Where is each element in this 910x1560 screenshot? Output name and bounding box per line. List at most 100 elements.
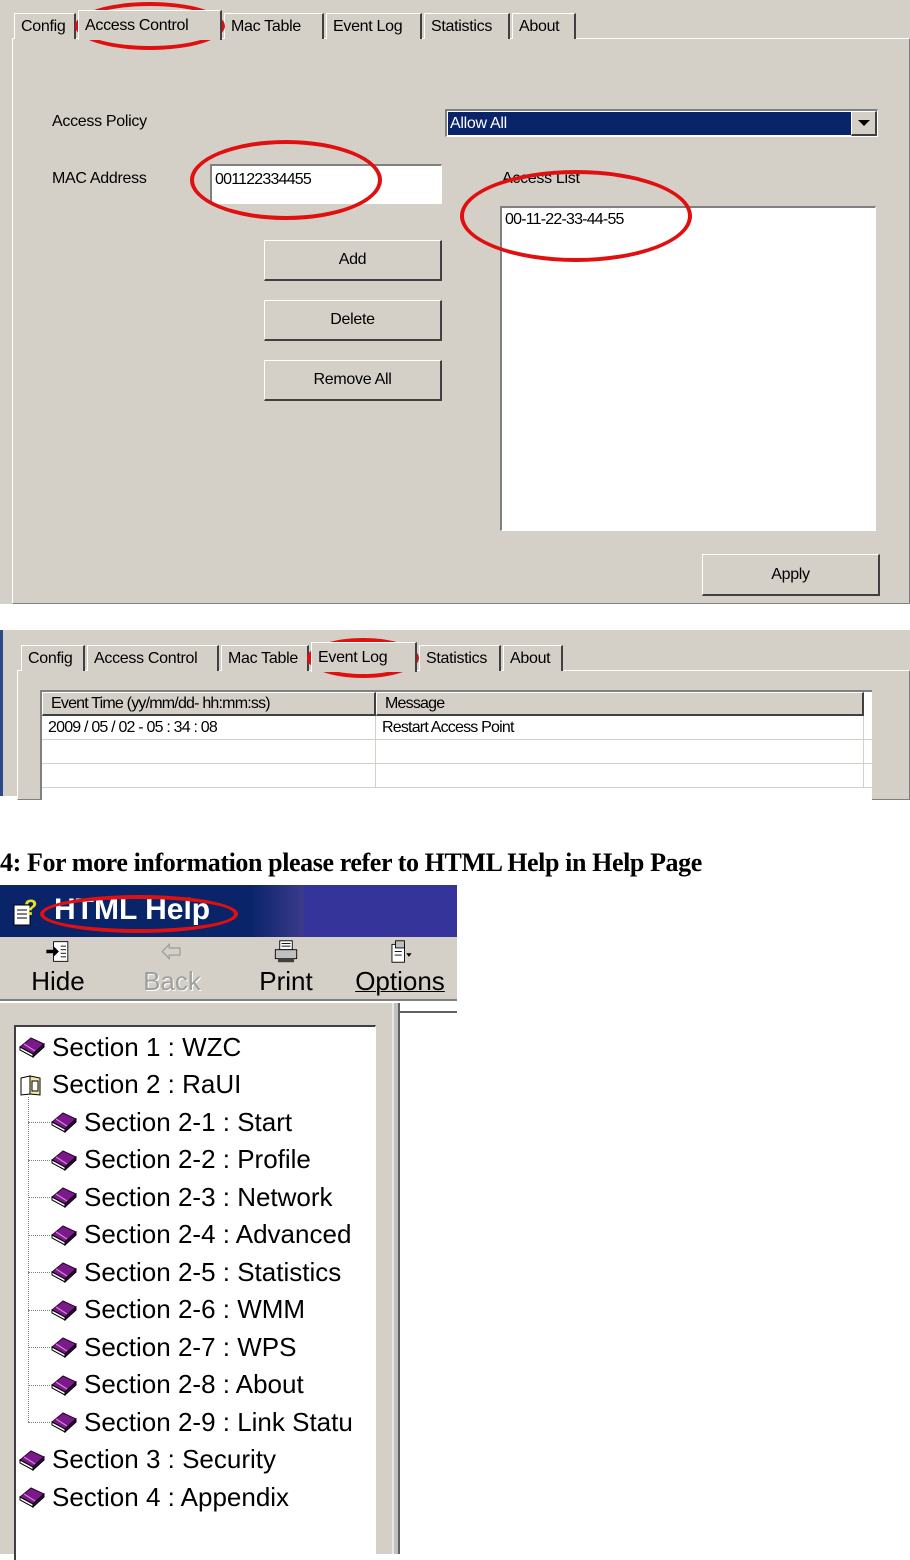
closed-book-icon	[51, 1262, 77, 1284]
tree-connector	[28, 1197, 50, 1198]
tree-item-label: Section 1 : WZC	[52, 1031, 242, 1062]
message-cell: Restart Access Point	[376, 716, 864, 739]
closed-book-icon	[51, 1187, 77, 1209]
options-button[interactable]: Options	[350, 939, 450, 997]
apply-button[interactable]: Apply	[702, 554, 880, 596]
delete-button[interactable]: Delete	[264, 300, 442, 341]
tree-item[interactable]: Section 4 : Appendix	[18, 1479, 289, 1515]
access-list-item[interactable]: 00-11-22-33-44-55	[505, 211, 624, 229]
caption-text: 4: For more information please refer to …	[0, 848, 702, 877]
tree-item[interactable]: Section 2-4 : Advanced	[50, 1217, 351, 1253]
back-arrow-icon	[161, 942, 181, 961]
closed-book-icon	[51, 1224, 77, 1246]
tab-statistics[interactable]: Statistics	[424, 13, 510, 39]
print-button[interactable]: Print	[236, 939, 336, 997]
tree-connector	[28, 1422, 50, 1423]
tab-config[interactable]: Config	[14, 13, 76, 39]
tree-connector	[28, 1384, 50, 1386]
event-time-cell	[42, 764, 376, 787]
pane-splitter[interactable]	[392, 1003, 400, 1554]
tree-item[interactable]: Section 2 : RaUI	[18, 1067, 241, 1103]
tab-event-log[interactable]: Event Log	[326, 13, 422, 39]
tree-item[interactable]: Section 2-3 : Network	[50, 1179, 333, 1215]
message-cell	[376, 764, 864, 787]
closed-book-icon	[19, 1487, 45, 1509]
tree-item[interactable]: Section 2-7 : WPS	[50, 1329, 296, 1365]
closed-book-icon	[51, 1337, 77, 1359]
access-policy-label: Access Policy	[52, 113, 147, 130]
tree-item[interactable]: Section 2-2 : Profile	[50, 1142, 311, 1178]
table-row[interactable]	[42, 740, 872, 764]
tree-item[interactable]: Section 2-9 : Link Statu	[50, 1404, 353, 1440]
tree-item-label: Section 2-8 : About	[84, 1369, 304, 1399]
table-row[interactable]	[42, 764, 872, 788]
message-cell	[376, 740, 864, 763]
window-title: HTML Help	[54, 893, 211, 926]
html-help-window: ? HTML Help Hide Back Print Options Sect…	[0, 885, 457, 1560]
table-row[interactable]: 2009 / 05 / 02 - 05 : 34 : 08 Restart Ac…	[42, 716, 872, 740]
closed-book-icon	[51, 1412, 77, 1434]
tree-connector	[28, 1122, 50, 1123]
access-control-panel: Config Access Control Mac Table Event Lo…	[0, 0, 910, 604]
tree-item-label: Section 2-5 : Statistics	[84, 1256, 342, 1287]
tab-access-control[interactable]: Access Control	[87, 645, 219, 671]
hide-button[interactable]: Hide	[8, 939, 108, 997]
event-time-cell: 2009 / 05 / 02 - 05 : 34 : 08	[42, 716, 376, 739]
closed-book-icon	[51, 1374, 77, 1396]
tree-connector	[28, 1272, 50, 1273]
tab-config[interactable]: Config	[21, 645, 85, 671]
closed-book-icon	[51, 1299, 77, 1321]
tree-connector	[28, 1309, 50, 1311]
mac-address-value: 001122334455	[215, 171, 312, 188]
chevron-down-icon	[857, 120, 870, 126]
tree-item-label: Section 3 : Security	[52, 1444, 276, 1474]
tab-strip: Config Access Control Mac Table Event Lo…	[14, 10, 578, 40]
tab-about[interactable]: About	[503, 645, 563, 671]
tab-mac-table[interactable]: Mac Table	[224, 13, 324, 39]
access-policy-select[interactable]: Allow All	[445, 109, 878, 137]
tree-item[interactable]: Section 3 : Security	[18, 1442, 276, 1478]
event-log-table[interactable]: Event Time (yy/mm/dd- hh:mm:ss) Message …	[40, 690, 872, 800]
access-policy-selected-value: Allow All	[448, 112, 851, 135]
tree-item[interactable]: Section 1 : WZC	[18, 1029, 241, 1065]
column-header-event-time[interactable]: Event Time (yy/mm/dd- hh:mm:ss)	[42, 692, 376, 716]
column-header-message[interactable]: Message	[376, 692, 864, 716]
tree-item-label: Section 2-3 : Network	[84, 1181, 333, 1212]
tree-item-label: Section 2-9 : Link Statu	[84, 1406, 353, 1437]
tree-item-label: Section 4 : Appendix	[52, 1481, 290, 1512]
table-header: Event Time (yy/mm/dd- hh:mm:ss) Message	[42, 692, 872, 716]
tree-item[interactable]: Section 2-5 : Statistics	[50, 1254, 341, 1290]
closed-book-icon	[19, 1037, 45, 1059]
tree-item-label: Section 2-4 : Advanced	[84, 1219, 352, 1249]
add-button[interactable]: Add	[264, 240, 442, 281]
access-list-box[interactable]: 00-11-22-33-44-55	[500, 206, 876, 531]
tree-connector	[28, 1159, 50, 1161]
tree-item-label: Section 2-6 : WMM	[84, 1294, 306, 1324]
contents-tree[interactable]: Section 1 : WZC Section 2 : RaUI Section 2…	[14, 1025, 376, 1560]
closed-book-icon	[51, 1149, 77, 1171]
topic-content-pane	[400, 1011, 457, 1554]
tab-mac-table[interactable]: Mac Table	[221, 645, 309, 671]
open-book-icon	[20, 1074, 41, 1096]
tree-item-label: Section 2 : RaUI	[52, 1069, 242, 1099]
tree-connector	[28, 1347, 50, 1348]
tab-event-log[interactable]: Event Log	[311, 642, 417, 672]
hide-pane-icon	[46, 941, 69, 962]
mac-address-input[interactable]: 001122334455	[210, 164, 442, 204]
help-icon: ?	[13, 895, 37, 926]
remove-all-button[interactable]: Remove All	[264, 360, 442, 401]
back-button[interactable]: Back	[122, 939, 222, 997]
tab-statistics[interactable]: Statistics	[419, 645, 501, 671]
dropdown-button[interactable]	[851, 111, 877, 136]
tree-item[interactable]: Section 2-8 : About	[50, 1367, 304, 1403]
tree-item-label: Section 2-2 : Profile	[84, 1144, 311, 1174]
tab-about[interactable]: About	[512, 13, 576, 39]
tree-item[interactable]: Section 2-6 : WMM	[50, 1292, 305, 1328]
navigation-pane: Section 1 : WZC Section 2 : RaUI Section 2…	[0, 1003, 392, 1560]
tree-item[interactable]: Section 2-1 : Start	[50, 1104, 292, 1140]
svg-text:?: ?	[24, 895, 37, 920]
tab-strip: Config Access Control Mac Table Event Lo…	[21, 642, 565, 672]
tab-access-control[interactable]: Access Control	[78, 10, 222, 40]
access-list-label: Access List	[502, 170, 580, 187]
tree-connector	[28, 1234, 50, 1236]
